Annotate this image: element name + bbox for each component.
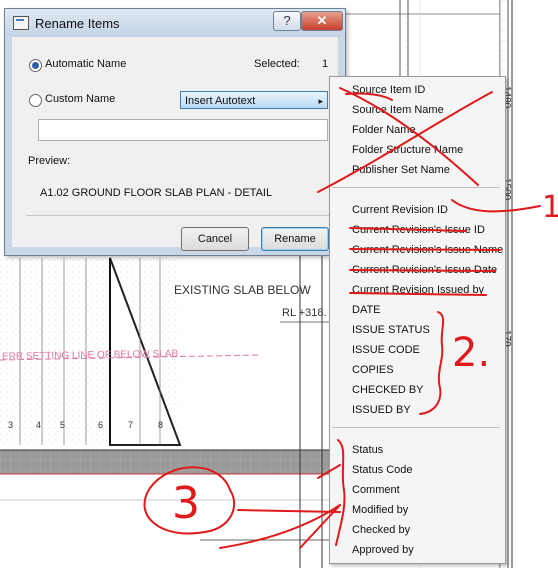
menu-separator [332,187,500,188]
menu-item-current-revision-issue-id[interactable]: Current Revision's Issue ID [352,224,485,236]
dialog-titlebar[interactable]: Rename Items ? ✕ [5,9,345,37]
annotation-number: 1. [542,190,558,225]
menu-item-folder-structure-name[interactable]: Folder Structure Name [352,144,463,156]
menu-item-copies[interactable]: COPIES [352,364,394,376]
menu-item-source-item-id[interactable]: Source Item ID [352,84,425,96]
rl-label: RL +318. [282,307,327,319]
menu-item-current-revision-id[interactable]: Current Revision ID [352,204,448,216]
preview-text: A1.02 GROUND FLOOR SLAB PLAN - DETAIL [40,187,273,199]
submenu-arrow-icon: ▸ [318,96,323,106]
autotext-menu: Source Item ID Source Item Name Folder N… [329,76,506,564]
insert-autotext-button[interactable]: Insert Autotext ▸ [180,91,328,109]
menu-item-approved-by[interactable]: Approved by [352,544,414,556]
menu-item-source-item-name[interactable]: Source Item Name [352,104,444,116]
app-window-icon [13,16,29,30]
annotation-number: 2. [452,330,491,376]
hatch-number: 3 [8,420,14,430]
menu-item-issue-code[interactable]: ISSUE CODE [352,344,420,356]
help-button[interactable]: ? [273,11,301,31]
preview-label: Preview: [28,155,71,167]
menu-item-current-revision-issued-by[interactable]: Current Revision Issued by [352,284,484,296]
custom-name-radio[interactable] [29,94,42,107]
rename-items-dialog: Rename Items ? ✕ Automatic Name Selected… [4,8,346,256]
cancel-button[interactable]: Cancel [181,227,249,251]
menu-item-publisher-set-name[interactable]: Publisher Set Name [352,164,450,176]
menu-item-checked-by-upper[interactable]: CHECKED BY [352,384,424,396]
automatic-name-label[interactable]: Automatic Name [45,58,126,70]
hatch-number: 4 [36,420,42,430]
dialog-title: Rename Items [35,16,120,31]
slab-label: EXISTING SLAB BELOW [174,283,311,297]
menu-item-current-revision-issue-date[interactable]: Current Revision's Issue Date [352,264,497,276]
menu-item-folder-name[interactable]: Folder Name [352,124,416,136]
menu-item-issued-by[interactable]: ISSUED BY [352,404,411,416]
hatch-number: 6 [98,420,104,430]
menu-item-current-revision-issue-name[interactable]: Current Revision's Issue Name [352,244,503,256]
dialog-body: Automatic Name Selected: 1 Custom Name I… [12,37,338,251]
menu-item-issue-status[interactable]: ISSUE STATUS [352,324,430,336]
close-button[interactable]: ✕ [301,11,343,31]
annotation-number: 3 [172,478,200,529]
menu-separator [332,427,500,428]
custom-name-input[interactable] [38,119,328,141]
divider [26,215,330,216]
menu-item-modified-by[interactable]: Modified by [352,504,408,516]
hatch-number: 5 [60,420,66,430]
menu-item-status[interactable]: Status [352,444,383,456]
hatch-number: 8 [158,420,164,430]
menu-item-status-code[interactable]: Status Code [352,464,413,476]
custom-name-label[interactable]: Custom Name [45,93,115,105]
automatic-name-radio[interactable] [29,59,42,72]
menu-item-checked-by[interactable]: Checked by [352,524,410,536]
hatch-number: 7 [128,420,134,430]
rename-button[interactable]: Rename [261,227,329,251]
insert-autotext-label: Insert Autotext [185,95,256,107]
selected-count: 1 [322,58,329,70]
selected-label: Selected: [254,58,300,70]
menu-item-date[interactable]: DATE [352,304,381,316]
menu-item-comment[interactable]: Comment [352,484,400,496]
